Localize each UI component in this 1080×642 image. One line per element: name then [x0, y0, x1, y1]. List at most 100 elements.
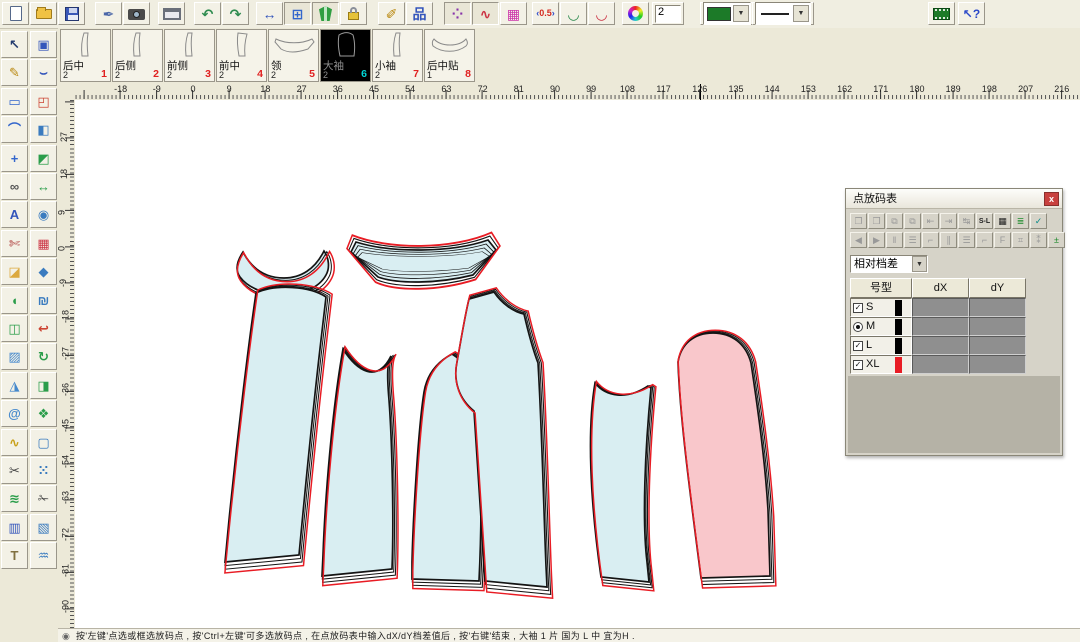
axis-point-tool[interactable]: +	[1, 145, 28, 172]
plotter-button[interactable]	[158, 2, 185, 25]
grade-mode-select[interactable]: 相对档差 ▼	[850, 255, 928, 273]
piece-tool[interactable]: ◧	[30, 116, 57, 143]
piece-check-tool[interactable]: ◩	[30, 145, 57, 172]
open-file-button[interactable]	[30, 2, 57, 25]
pocket-tool[interactable]: ⌣	[30, 59, 57, 86]
paste-grade-button[interactable]: ❒	[868, 213, 885, 229]
shield-piece-button[interactable]	[312, 2, 339, 25]
color-grade-button[interactable]: ±	[1048, 232, 1065, 248]
even-x-button[interactable]: ⇤	[922, 213, 939, 229]
button-tool[interactable]: ◉	[30, 201, 57, 228]
piece-tab-3[interactable]: 前侧23	[164, 29, 215, 82]
back-side-piece[interactable]	[322, 347, 398, 586]
brush-button[interactable]: ✐	[378, 2, 405, 25]
small-sleeve-piece[interactable]	[590, 381, 655, 590]
path-piece-tool[interactable]: ↩	[30, 315, 57, 342]
seam-allowance-tool[interactable]: ◰	[30, 88, 57, 115]
dx-cell-S[interactable]	[912, 298, 969, 317]
piece-tab-7[interactable]: 小袖27	[372, 29, 423, 82]
split-piece-tool[interactable]: ◫	[1, 315, 28, 342]
dart-tool[interactable]: ◖	[1, 287, 28, 314]
auto-grade-button[interactable]: ⁑	[1030, 232, 1047, 248]
piece-tab-8[interactable]: 后中贴18	[424, 29, 475, 82]
align-rows-button[interactable]: ☰	[904, 232, 921, 248]
window-view-button[interactable]: ⊞	[284, 2, 311, 25]
round-corner-tool[interactable]: ▢	[30, 429, 57, 456]
spiral-tool[interactable]: @	[1, 400, 28, 427]
snapshot-button[interactable]	[123, 2, 150, 25]
next-point-button[interactable]: ▶	[868, 232, 885, 248]
sewing-machine-tool[interactable]: ₪	[30, 287, 57, 314]
piece-tab-1[interactable]: 后中21	[60, 29, 111, 82]
lock-button[interactable]	[340, 2, 367, 25]
paste-x-button[interactable]: ⧉	[904, 213, 921, 229]
grid-piece-tool[interactable]: ▦	[30, 230, 57, 257]
size-cell-XL[interactable]: ✓XL	[850, 355, 912, 374]
curve-chart-button[interactable]: ∿	[472, 2, 499, 25]
dx-cell-M[interactable]	[912, 317, 969, 336]
cutter-tool[interactable]: ✄	[1, 230, 28, 257]
context-help-button[interactable]: ↖?	[958, 2, 985, 25]
size-checkbox[interactable]: ✓	[853, 360, 863, 370]
line-style-select[interactable]: ▼	[752, 2, 814, 25]
hierarchy-button[interactable]: 品	[406, 2, 433, 25]
film-button[interactable]	[928, 2, 955, 25]
redo-button[interactable]: ↷	[222, 2, 249, 25]
gauge-tool[interactable]: ↔	[30, 173, 57, 200]
pleat-tool[interactable]: ◮	[1, 372, 28, 399]
bars-button[interactable]: ∥	[940, 232, 957, 248]
close-icon[interactable]: x	[1044, 192, 1059, 206]
size-cell-S[interactable]: ✓S	[850, 298, 912, 317]
split-scissors-tool[interactable]: ✁	[30, 485, 57, 512]
apply-button[interactable]: ✓	[1030, 213, 1047, 229]
pen-tool-button[interactable]: ✒	[95, 2, 122, 25]
color-select[interactable]: ▼	[700, 2, 754, 25]
table-mode-button[interactable]: ▦	[994, 213, 1011, 229]
size-cell-M[interactable]: M	[850, 317, 912, 336]
size-checkbox[interactable]: ✓	[853, 341, 863, 351]
seam-curve-tool[interactable]: ∿	[1, 429, 28, 456]
corner-b-button[interactable]: ⌐	[976, 232, 993, 248]
dx-cell-L[interactable]	[912, 336, 969, 355]
list-mode-button[interactable]: ≣	[1012, 213, 1029, 229]
nudge-half-button[interactable]: ‹0.5›	[532, 2, 559, 25]
back-center-piece[interactable]	[225, 284, 332, 573]
panel-title[interactable]: 点放码表	[846, 189, 1062, 209]
chevron-down-icon[interactable]: ▼	[912, 256, 927, 272]
swap-xy-button[interactable]: ↹	[958, 213, 975, 229]
piece-tab-4[interactable]: 前中24	[216, 29, 267, 82]
grid-chart-button[interactable]: ▦	[500, 2, 527, 25]
even-y-button[interactable]: ⇥	[940, 213, 957, 229]
collar-band-piece[interactable]	[347, 233, 500, 289]
mark-piece-tool[interactable]: ◆	[30, 258, 57, 285]
rect-select-tool[interactable]: ▣	[30, 31, 57, 58]
dy-cell-M[interactable]	[969, 317, 1026, 336]
text-tool[interactable]: A	[1, 201, 28, 228]
rectangle-tool[interactable]: ▭	[1, 88, 28, 115]
scatter-chart-button[interactable]: ⁘	[444, 2, 471, 25]
point-grade-tool[interactable]: ❖	[30, 400, 57, 427]
arc-tool[interactable]: ⌒	[1, 116, 28, 143]
size-checkbox[interactable]: ✓	[853, 303, 863, 313]
pair-pieces-tool[interactable]: ◨	[30, 372, 57, 399]
color-wheel-button[interactable]	[622, 2, 649, 25]
base-size-radio[interactable]	[853, 322, 863, 332]
compare-tool[interactable]: ∞	[1, 173, 28, 200]
dist-lines-button[interactable]: ‖	[886, 232, 903, 248]
big-sleeve-piece[interactable]	[678, 330, 776, 588]
copy-x-button[interactable]: ⧉	[886, 213, 903, 229]
dy-cell-XL[interactable]	[969, 355, 1026, 374]
dashed-piece-tool[interactable]: ▧	[30, 514, 57, 541]
frill-tool[interactable]: ♒	[30, 542, 57, 569]
f-grid-button[interactable]: ⌗	[1012, 232, 1029, 248]
scissors-tool[interactable]: ✂	[1, 457, 28, 484]
select-tool[interactable]: ↖	[1, 31, 28, 58]
new-file-button[interactable]	[2, 2, 29, 25]
prev-point-button[interactable]: ◀	[850, 232, 867, 248]
undo-button[interactable]: ↶	[194, 2, 221, 25]
rotate-tool[interactable]: ↻	[30, 343, 57, 370]
piece-tab-2[interactable]: 后侧22	[112, 29, 163, 82]
pleat-bars-tool[interactable]: ▥	[1, 514, 28, 541]
corner-a-button[interactable]: ⌐	[922, 232, 939, 248]
chevron-down-icon[interactable]: ▼	[733, 5, 749, 22]
